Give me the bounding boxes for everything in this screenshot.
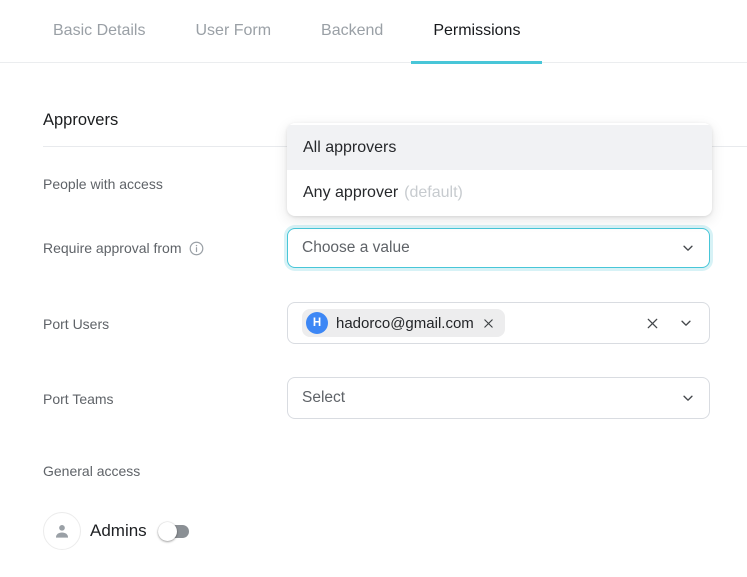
chevron-down-icon [681, 391, 695, 405]
avatar: H [306, 312, 328, 334]
label-port-users-text: Port Users [43, 316, 109, 332]
admins-label: Admins [90, 521, 147, 541]
tab-backend[interactable]: Backend [299, 0, 405, 63]
require-approval-select[interactable]: Choose a value [287, 228, 710, 268]
label-require-approval-text: Require approval from [43, 240, 182, 256]
tab-bar: Basic Details User Form Backend Permissi… [0, 0, 747, 63]
menu-item-default-badge: (default) [404, 184, 463, 202]
label-port-teams: Port Teams [43, 391, 114, 407]
tab-user-form[interactable]: User Form [173, 0, 293, 63]
label-port-users: Port Users [43, 316, 109, 332]
label-port-teams-text: Port Teams [43, 391, 114, 407]
menu-item-any-approver[interactable]: Any approver (default) [287, 170, 712, 215]
label-people-with-access: People with access [43, 176, 163, 192]
label-require-approval: Require approval from [43, 240, 204, 256]
tab-permissions[interactable]: Permissions [411, 0, 542, 63]
chevron-down-icon [681, 241, 695, 255]
clear-all-icon[interactable] [645, 316, 660, 331]
info-icon[interactable] [189, 241, 204, 256]
menu-item-all-approvers[interactable]: All approvers [287, 125, 712, 170]
label-people-with-access-text: People with access [43, 176, 163, 192]
menu-item-label: Any approver [303, 184, 398, 202]
chevron-down-icon[interactable] [679, 316, 693, 330]
section-heading-approvers: Approvers [43, 111, 118, 130]
user-chip-email: hadorco@gmail.com [336, 315, 474, 332]
chip-remove-icon[interactable] [482, 317, 495, 330]
port-teams-select[interactable]: Select [287, 377, 710, 419]
port-users-multiselect[interactable]: H hadorco@gmail.com [287, 302, 710, 344]
person-icon [52, 521, 72, 541]
admins-toggle[interactable] [158, 522, 190, 541]
menu-item-label: All approvers [303, 139, 396, 157]
admins-avatar [43, 512, 81, 550]
port-teams-select-value: Select [302, 389, 345, 407]
require-approval-select-value: Choose a value [302, 239, 410, 257]
approval-options-menu: All approvers Any approver (default) [287, 123, 712, 216]
tab-basic-details[interactable]: Basic Details [31, 0, 167, 63]
label-general-access-text: General access [43, 463, 140, 479]
field-controls [645, 316, 695, 331]
toggle-thumb [158, 522, 177, 541]
label-general-access: General access [43, 463, 140, 479]
user-chip: H hadorco@gmail.com [302, 309, 505, 337]
